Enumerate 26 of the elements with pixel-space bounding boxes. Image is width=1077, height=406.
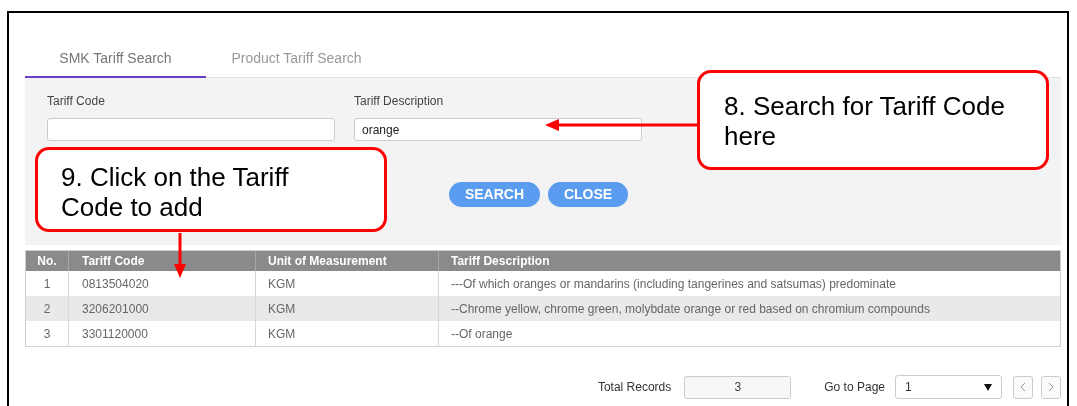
close-button[interactable]: CLOSE <box>548 182 628 207</box>
callout: 8. Search for Tariff Code here <box>697 70 1049 170</box>
go-to-page-label: Go to Page <box>824 379 885 396</box>
previous-page-button[interactable] <box>1013 375 1033 399</box>
total-records-field: 3 <box>684 375 792 399</box>
field-label: Tariff Code <box>47 93 106 110</box>
tariff-code-link[interactable]: 3301120000 <box>69 321 256 346</box>
table-cell-text: --Chrome yellow, chrome green, molybdate orange or red based on chromium compounds <box>450 300 931 318</box>
table-cell: KGM <box>256 321 439 346</box>
tab[interactable]: Product Tariff Search <box>206 40 387 78</box>
arrow <box>174 233 186 278</box>
field-label: Tariff Description <box>354 93 445 110</box>
page-select[interactable]: 1 <box>895 375 1002 399</box>
chevron-left-icon <box>1020 382 1026 392</box>
search-button[interactable]: SEARCH <box>449 182 540 207</box>
callout: 9. Click on the Tariff Code to add <box>35 147 387 232</box>
column-header: Tariff Description <box>450 253 551 270</box>
dropdown-caret-icon <box>984 383 992 391</box>
table-cell: 3 <box>26 321 69 346</box>
input-field[interactable] <box>47 118 335 141</box>
total-records-label: Total Records <box>597 379 672 396</box>
input-field[interactable]: orange <box>354 118 642 141</box>
table-cell-text: ---Of which oranges or mandarins (including tangerines and satsumas) predominate <box>450 275 897 293</box>
chevron-right-icon <box>1048 382 1054 392</box>
next-page-button[interactable] <box>1041 375 1061 399</box>
table-cell-text: --Of orange <box>450 325 514 343</box>
